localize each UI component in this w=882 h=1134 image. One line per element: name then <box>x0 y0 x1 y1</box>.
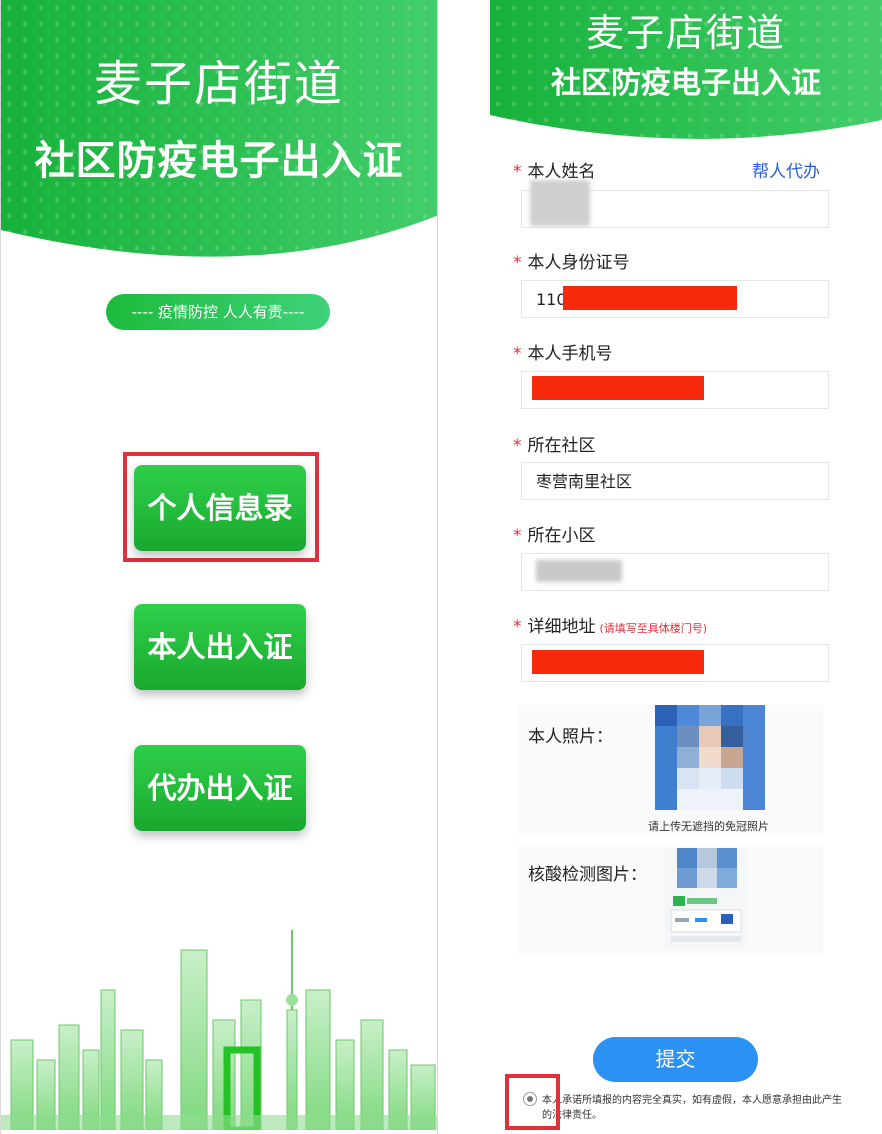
highlight-box <box>505 1074 560 1130</box>
required-mark: * <box>513 526 522 546</box>
redaction-bar <box>532 376 704 400</box>
street-name: 麦子店街道 <box>93 56 344 112</box>
slogan-badge: ---- 疫情防控 人人有责---- <box>106 294 330 330</box>
street-name: 麦子店街道 <box>585 11 786 55</box>
photo-caption: 请上传无遮挡的免冠照片 <box>648 820 769 833</box>
home-screen: 麦子店街道 社区防疫电子出入证 ---- 疫情防控 人人有责---- 个人信息录… <box>0 0 438 1134</box>
community-field[interactable]: 枣营南里社区 <box>521 462 829 500</box>
required-mark: * <box>513 162 522 182</box>
blurred-estate <box>536 560 622 582</box>
estate-label-text: 所在小区 <box>527 526 596 546</box>
community-label-text: 所在社区 <box>527 436 596 456</box>
address-label-text: 详细地址 <box>527 617 596 637</box>
estate-label: * 所在小区 <box>513 521 596 546</box>
name-label-text: 本人姓名 <box>527 162 596 182</box>
submit-button[interactable]: 提交 <box>593 1037 758 1082</box>
form-screen: 麦子店街道 社区防疫电子出入证 帮人代办 * 本人姓名 * 本人身份证号 110 *… <box>490 0 882 1134</box>
id-value: 110 <box>536 290 567 309</box>
test-image-upload[interactable] <box>665 848 747 948</box>
self-pass-button[interactable]: 本人出入证 <box>134 604 306 690</box>
redaction-bar <box>532 650 704 674</box>
proxy-link[interactable]: 帮人代办 <box>752 157 820 182</box>
header-banner: 麦子店街道 社区防疫电子出入证 <box>1 0 437 270</box>
page-title: 社区防疫电子出入证 <box>551 66 821 101</box>
personal-photo-upload[interactable] <box>655 705 765 810</box>
header-banner: 麦子店街道 社区防疫电子出入证 <box>490 0 882 145</box>
name-label: * 本人姓名 <box>513 157 596 182</box>
phone-label: * 本人手机号 <box>513 339 613 364</box>
required-mark: * <box>513 436 522 456</box>
phone-label-text: 本人手机号 <box>527 344 613 364</box>
required-mark: * <box>513 253 522 273</box>
test-image-label: 核酸检测图片： <box>528 865 647 885</box>
personal-info-button[interactable]: 个人信息录入 <box>134 465 306 611</box>
community-value: 枣营南里社区 <box>536 472 633 491</box>
id-label-text: 本人身份证号 <box>527 253 630 273</box>
address-hint: (请填写至具体楼门号) <box>599 622 708 635</box>
city-skyline-illustration <box>1 930 437 1134</box>
community-label: * 所在社区 <box>513 431 596 456</box>
agreement-text: 本人承诺所填报的内容完全真实，如有虚假，本人愿意承担由此产生的法律责任。 <box>542 1095 842 1121</box>
photo-label: 本人照片： <box>528 727 613 747</box>
redaction-bar <box>563 286 737 310</box>
blurred-name <box>530 180 590 226</box>
proxy-pass-button[interactable]: 代办出入证 <box>134 745 306 831</box>
required-mark: * <box>513 617 522 637</box>
required-mark: * <box>513 344 522 364</box>
address-label: * 详细地址 (请填写至具体楼门号) <box>513 612 707 637</box>
page-title: 社区防疫电子出入证 <box>34 138 404 184</box>
id-label: * 本人身份证号 <box>513 248 630 273</box>
